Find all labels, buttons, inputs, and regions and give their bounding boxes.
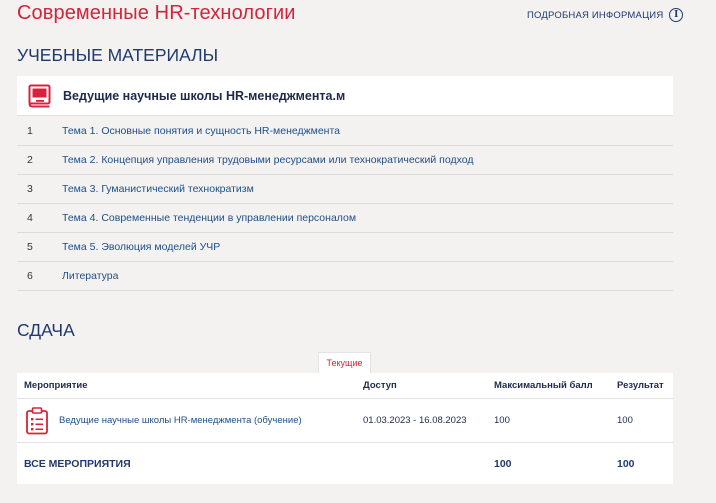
result-cell: 100 xyxy=(617,415,633,426)
topic-number: 4 xyxy=(27,212,33,224)
total-result: 100 xyxy=(617,457,635,470)
topic-item[interactable]: 1 Тема 1. Основные понятия и сущность HR… xyxy=(17,117,673,146)
topic-number: 3 xyxy=(27,183,33,195)
column-header-max-score: Максимальный балл xyxy=(494,380,593,391)
more-info-label: ПОДРОБНАЯ ИНФОРМАЦИЯ xyxy=(527,9,664,21)
topic-item[interactable]: 4 Тема 4. Современные тенденции в управл… xyxy=(17,204,673,233)
total-row: ВСЕ МЕРОПРИЯТИЯ 100 100 xyxy=(17,443,673,484)
exam-table-header: Мероприятие Доступ Максимальный балл Рез… xyxy=(17,373,673,399)
material-card[interactable]: Ведущие научные школы HR-менеджмента.м xyxy=(17,76,673,116)
topic-number: 2 xyxy=(27,154,33,166)
topic-link[interactable]: Тема 4. Современные тенденции в управлен… xyxy=(62,212,356,224)
topic-number: 1 xyxy=(27,125,33,137)
submission-heading: СДАЧА xyxy=(17,320,75,340)
topic-link[interactable]: Тема 2. Концепция управления трудовыми р… xyxy=(62,154,473,166)
book-icon xyxy=(28,84,51,107)
topic-link[interactable]: Тема 3. Гуманистический технократизм xyxy=(62,183,254,195)
topic-link[interactable]: Тема 5. Эволюция моделей УЧР xyxy=(62,241,220,253)
more-info-link[interactable]: ПОДРОБНАЯ ИНФОРМАЦИЯ i xyxy=(527,8,684,22)
topic-item[interactable]: 6 Литература xyxy=(17,262,673,291)
topic-item[interactable]: 5 Тема 5. Эволюция моделей УЧР xyxy=(17,233,673,262)
event-link[interactable]: Ведущие научные школы HR-менеджмента (об… xyxy=(59,415,302,426)
topic-link[interactable]: Литература xyxy=(62,270,118,282)
tab-current[interactable]: Текущие xyxy=(318,352,371,373)
info-circle-icon[interactable]: i xyxy=(669,8,684,22)
material-title[interactable]: Ведущие научные школы HR-менеджмента.м xyxy=(63,89,345,103)
column-header-event: Мероприятие xyxy=(24,380,88,391)
topic-link[interactable]: Тема 1. Основные понятия и сущность HR-м… xyxy=(62,125,340,137)
materials-heading: УЧЕБНЫЕ МАТЕРИАЛЫ xyxy=(17,45,219,65)
course-title: Современные HR-технологии xyxy=(17,2,296,24)
topic-list: 1 Тема 1. Основные понятия и сущность HR… xyxy=(17,117,673,291)
event-cell: Ведущие научные школы HR-менеджмента (об… xyxy=(17,406,363,435)
table-row[interactable]: Ведущие научные школы HR-менеджмента (об… xyxy=(17,399,673,443)
total-label: ВСЕ МЕРОПРИЯТИЯ xyxy=(24,457,131,470)
clipboard-checklist-icon xyxy=(26,406,48,434)
access-cell: 01.03.2023 - 16.08.2023 xyxy=(363,415,467,426)
topic-item[interactable]: 2 Тема 2. Концепция управления трудовыми… xyxy=(17,146,673,175)
topic-number: 5 xyxy=(27,241,33,253)
topic-item[interactable]: 3 Тема 3. Гуманистический технократизм xyxy=(17,175,673,204)
page: Современные HR-технологии ПОДРОБНАЯ ИНФО… xyxy=(0,0,716,503)
exam-table: Мероприятие Доступ Максимальный балл Рез… xyxy=(17,373,673,484)
max-score-cell: 100 xyxy=(494,415,510,426)
topic-number: 6 xyxy=(27,270,33,282)
column-header-result: Результат xyxy=(617,380,664,391)
column-header-access: Доступ xyxy=(363,380,397,391)
total-max-score: 100 xyxy=(494,457,512,470)
